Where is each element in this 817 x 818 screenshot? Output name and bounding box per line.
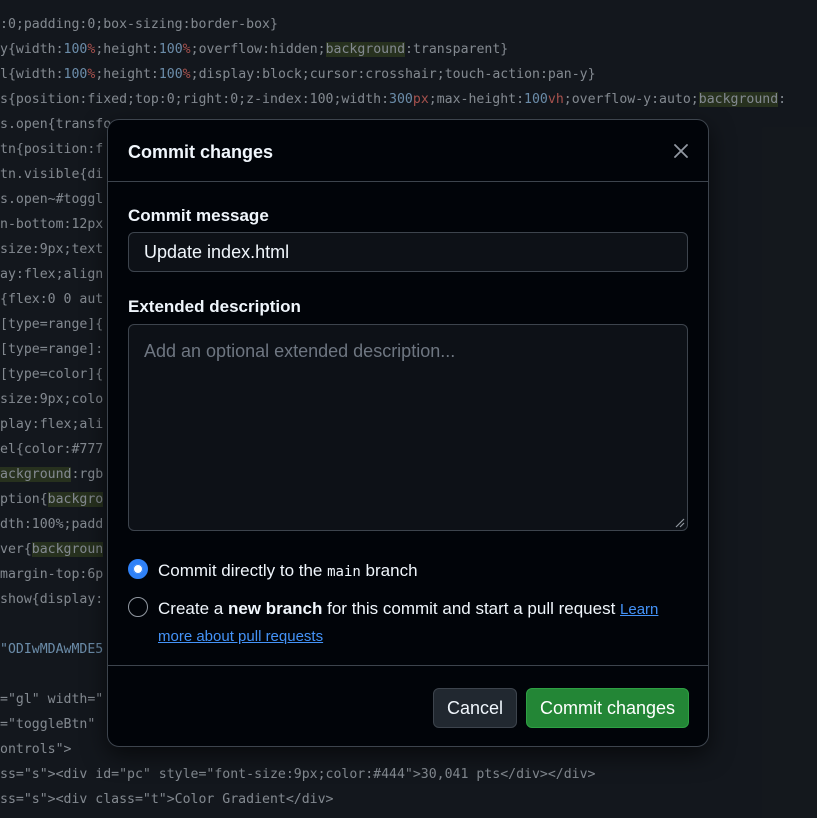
option-new-branch[interactable]: Create a new branch for this commit and … <box>128 596 688 650</box>
resize-grip-icon[interactable] <box>673 516 685 528</box>
extended-description-placeholder: Add an optional extended description... <box>144 341 456 361</box>
commit-changes-button[interactable]: Commit changes <box>526 688 689 728</box>
extended-description-label: Extended description <box>128 297 301 316</box>
close-button[interactable] <box>668 138 694 164</box>
commit-dialog: Commit changes Commit message Update ind… <box>107 119 709 747</box>
cancel-button[interactable]: Cancel <box>433 688 517 728</box>
dialog-footer: Cancel Commit changes <box>108 665 708 748</box>
dialog-title: Commit changes <box>128 142 274 162</box>
radio-commit-direct[interactable] <box>128 559 148 579</box>
commit-message-input[interactable]: Update index.html <box>128 232 688 272</box>
option-commit-direct-label: Commit directly to the main branch <box>158 561 418 580</box>
close-icon <box>674 144 688 158</box>
radio-new-branch[interactable] <box>128 597 148 617</box>
option-new-branch-label: Create a new branch for this commit and … <box>158 599 659 645</box>
branch-name: main <box>327 564 361 580</box>
dialog-header: Commit changes <box>108 120 708 182</box>
commit-message-label: Commit message <box>128 206 269 225</box>
option-commit-direct[interactable]: Commit directly to the main branch <box>128 558 418 585</box>
extended-description-textarea[interactable]: Add an optional extended description... <box>128 324 688 531</box>
